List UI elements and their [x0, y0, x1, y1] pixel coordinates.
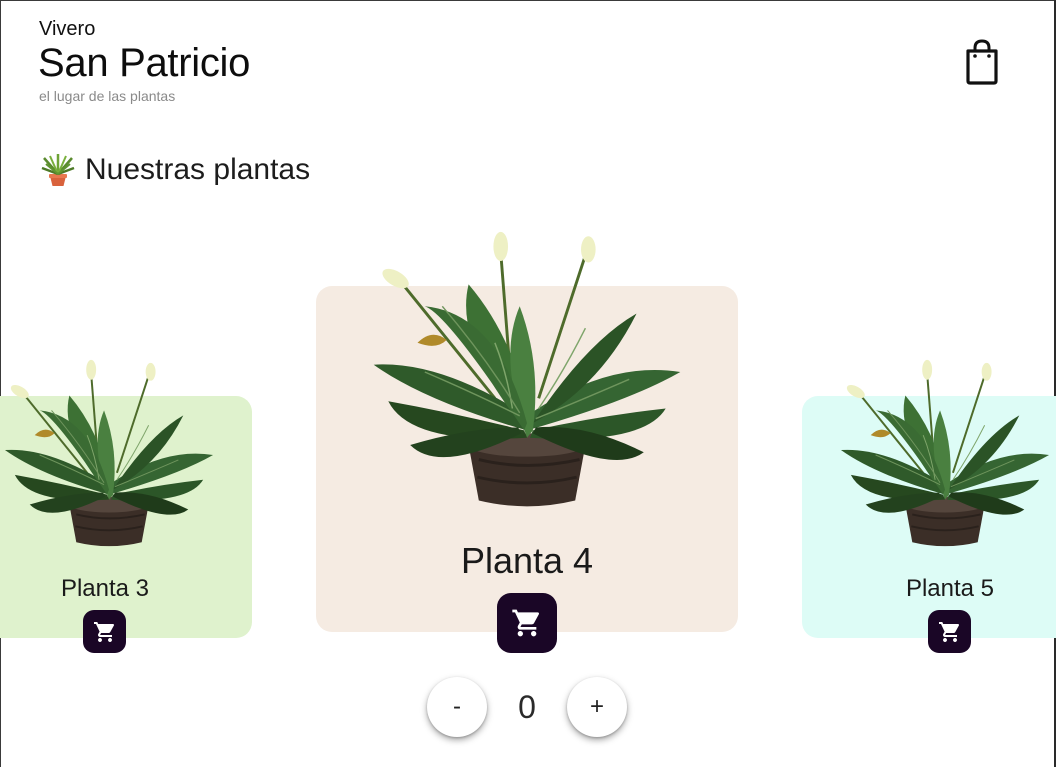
plant-name: Planta 5 — [905, 575, 995, 602]
brand-tagline: el lugar de las plantas — [39, 88, 176, 104]
section-header: Nuestras plantas — [40, 150, 310, 190]
frame-top-edge — [0, 0, 1056, 1]
plant-image — [362, 226, 692, 518]
add-to-cart-button[interactable] — [928, 610, 971, 653]
cart-icon — [938, 620, 962, 644]
shopping-bag-icon — [966, 39, 998, 85]
page-title: San Patricio — [38, 41, 251, 85]
quantity-value: 0 — [518, 689, 536, 725]
add-to-cart-button[interactable] — [497, 593, 557, 653]
decrement-button[interactable]: - — [427, 677, 487, 737]
plant-name: Planta 3 — [60, 575, 150, 602]
plant-name: Planta 4 — [460, 540, 594, 581]
plant-image — [0, 352, 218, 558]
plant-image — [836, 352, 1054, 558]
cart-icon — [93, 620, 117, 644]
add-to-cart-button[interactable] — [83, 610, 126, 653]
increment-button[interactable]: + — [567, 677, 627, 737]
cart-icon — [511, 607, 543, 639]
shopping-bag-button[interactable] — [958, 37, 1006, 87]
potted-plant-icon — [41, 154, 75, 186]
brand-kicker: Vivero — [39, 18, 96, 40]
section-title: Nuestras plantas — [85, 153, 311, 186]
